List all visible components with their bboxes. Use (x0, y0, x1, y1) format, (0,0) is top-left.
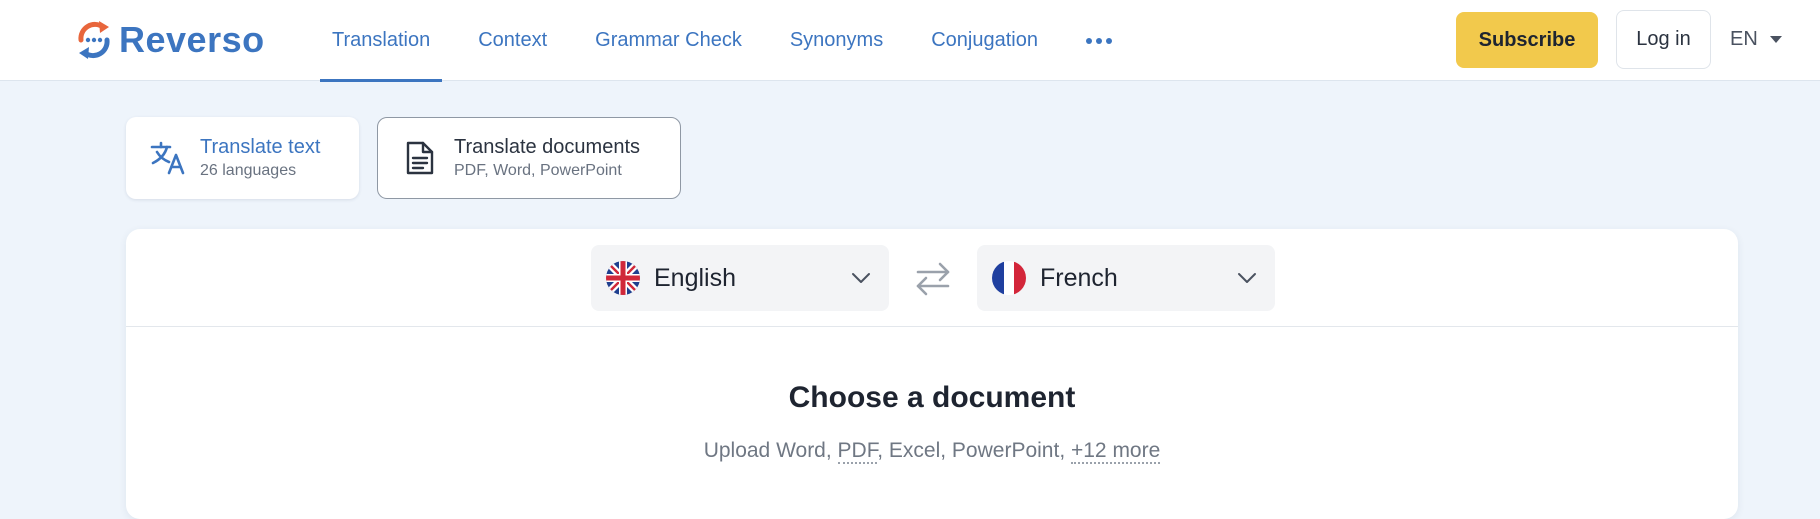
ui-language-selector[interactable]: EN (1730, 10, 1782, 69)
pdf-link[interactable]: PDF (837, 439, 878, 464)
formats-middle: , Excel, PowerPoint, (877, 439, 1071, 462)
translate-text-subtitle: 26 languages (200, 162, 297, 179)
chevron-down-icon (852, 273, 870, 283)
more-dots-icon[interactable] (1074, 0, 1124, 81)
source-language-select[interactable]: English (591, 245, 889, 311)
choose-document-title: Choose a document (788, 381, 1076, 414)
reverso-logo[interactable]: Reverso (73, 18, 265, 62)
source-language-name: English (654, 263, 736, 292)
tab-translate-documents[interactable]: Translate documents PDF, Word, PowerPoin… (377, 117, 681, 199)
target-language-name: French (1040, 263, 1118, 292)
nav-translation[interactable]: Translation (320, 0, 443, 82)
document-translation-card: English French Choose a document Upload … (126, 229, 1738, 519)
caret-down-icon (1769, 36, 1782, 43)
france-flag-icon (992, 261, 1026, 295)
reverso-logo-icon (73, 18, 115, 62)
logo-text: Reverso (119, 19, 265, 60)
main-nav: Translation Context Grammar Check Synony… (320, 0, 1124, 82)
formats-prefix: Upload Word, (703, 439, 838, 462)
tab-translate-text[interactable]: Translate text 26 languages (126, 117, 359, 199)
more-formats-link[interactable]: +12 more (1070, 439, 1161, 464)
translate-documents-title: Translate documents (454, 136, 641, 158)
document-icon (400, 138, 440, 178)
nav-grammar-check[interactable]: Grammar Check (583, 0, 754, 81)
target-language-select[interactable]: French (977, 245, 1275, 311)
nav-conjugation[interactable]: Conjugation (919, 0, 1050, 81)
subscribe-button[interactable]: Subscribe (1456, 12, 1598, 68)
nav-synonyms[interactable]: Synonyms (778, 0, 895, 81)
nav-context[interactable]: Context (466, 0, 559, 81)
translate-text-title: Translate text (200, 136, 321, 158)
translate-icon (148, 138, 188, 178)
login-button[interactable]: Log in (1616, 10, 1711, 69)
supported-formats-text: Upload Word, PDF, Excel, PowerPoint, +12… (126, 439, 1738, 464)
uk-flag-icon (606, 261, 640, 295)
ui-language-label: EN (1730, 28, 1758, 50)
translate-documents-subtitle: PDF, Word, PowerPoint (454, 162, 622, 179)
chevron-down-icon (1238, 273, 1256, 283)
language-bar: English French (126, 229, 1738, 327)
swap-arrows-icon[interactable] (909, 259, 957, 299)
top-navigation-bar: Reverso Translation Context Grammar Chec… (0, 0, 1820, 82)
